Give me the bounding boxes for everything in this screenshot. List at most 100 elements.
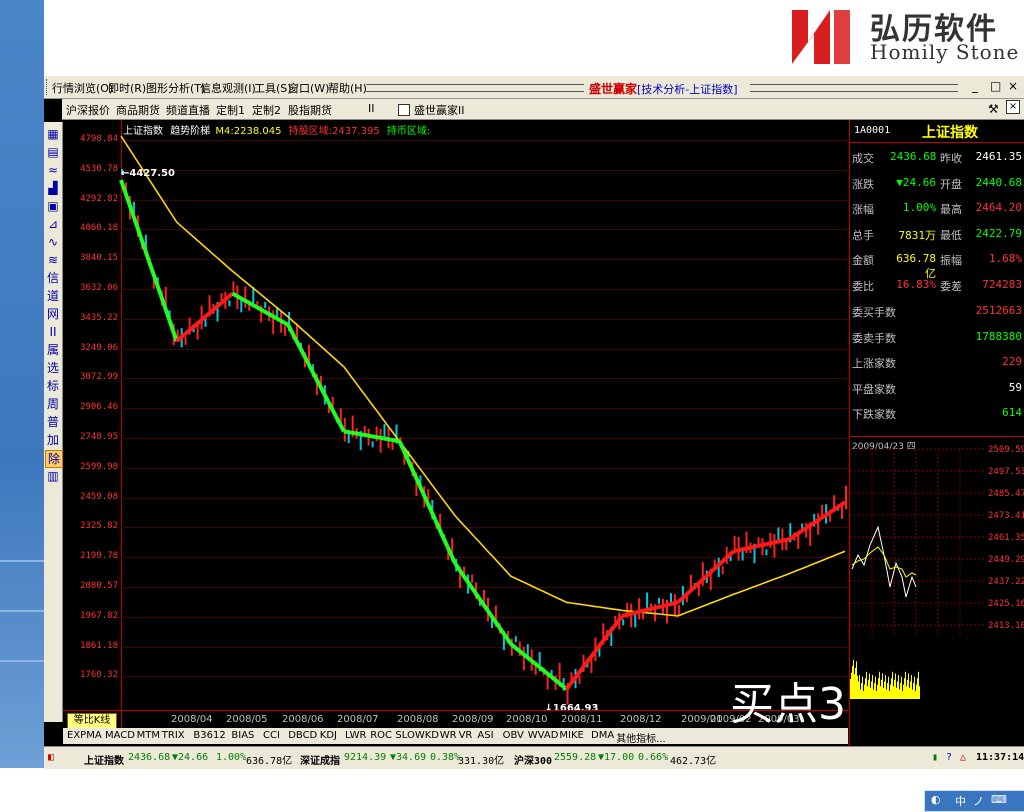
menu-window[interactable]: 窗口(W) <box>288 80 329 96</box>
indicator-tab[interactable]: TRIX <box>162 730 185 741</box>
close-button[interactable]: × <box>1008 79 1018 93</box>
indicator-tab[interactable]: MTM <box>137 730 160 741</box>
indicator-tab[interactable]: LWR <box>345 730 367 741</box>
sidebar-item-wang[interactable]: 网 <box>45 306 61 322</box>
trend-step <box>183 329 190 336</box>
sidebar-item-biao[interactable]: 标 <box>45 378 61 394</box>
trend-step <box>207 308 214 316</box>
menu-info[interactable]: 信息观测(I) <box>200 80 256 96</box>
quote-label: 平盘家数 <box>852 382 896 396</box>
ime-icon[interactable]: ◐ <box>931 793 941 806</box>
sidebar-item-pu[interactable]: 普 <box>45 414 61 430</box>
menu-help[interactable]: 帮助(H) <box>328 80 367 96</box>
tools-icon[interactable]: ⚒ <box>988 102 999 116</box>
indicator-tab[interactable]: 其他指标... <box>616 730 666 745</box>
trend-step <box>379 435 384 441</box>
indicator-tab[interactable]: WVAD <box>528 730 559 741</box>
trend-step <box>576 666 585 675</box>
toolbar-icon[interactable]: ▥ <box>45 468 61 484</box>
toolbar-icon[interactable]: ▣ <box>45 198 61 214</box>
sidebar-item-xin[interactable]: 信 <box>45 270 61 286</box>
toolbar-icon[interactable]: ≈ <box>45 162 61 178</box>
minimize-button[interactable]: _ <box>972 79 978 93</box>
trend-step <box>808 521 815 528</box>
toolbar-icon[interactable]: ▟ <box>45 180 61 196</box>
indicator-tab[interactable]: SLOWKD <box>395 730 439 741</box>
menu-tools[interactable]: 工具(S) <box>254 80 292 96</box>
menu-graph-analysis[interactable]: 图形分析(T) <box>146 80 205 96</box>
trend-step <box>199 315 206 323</box>
quote-value: 2461.35 <box>975 150 1022 163</box>
trend-step <box>517 648 525 656</box>
sidebar-item-zhou[interactable]: 周 <box>45 396 61 412</box>
toolbar-icon[interactable]: ≋ <box>45 252 61 268</box>
toolbar-icon[interactable]: ▤ <box>45 144 61 160</box>
indicator-tab[interactable]: MIKE <box>559 730 583 741</box>
sidebar-item-shu[interactable]: 属 <box>45 342 61 358</box>
tab-quotes[interactable]: 沪深报价 <box>66 102 110 118</box>
quote-label: 金额 <box>852 254 874 268</box>
restore-button[interactable]: □ <box>990 79 1001 93</box>
tab-live[interactable]: 频道直播 <box>166 102 210 118</box>
tab-futures[interactable]: 商品期货 <box>116 102 160 118</box>
trend-step <box>283 320 290 327</box>
period-button[interactable]: 等比K线 <box>67 713 117 729</box>
candle <box>721 566 724 575</box>
title-decoration <box>750 84 958 92</box>
close-tab-icon[interactable]: × <box>1006 100 1020 114</box>
trend-step <box>355 431 361 437</box>
quote-label: 最低 <box>940 228 962 242</box>
ime-keyboard-icon[interactable]: ⌨ <box>991 793 1007 806</box>
sidebar-item-jia[interactable]: 加 <box>45 432 61 448</box>
indicator-tab[interactable]: EXPMA <box>67 730 102 741</box>
trend-step <box>231 291 238 298</box>
sidebar-item-ii[interactable]: II <box>45 324 61 340</box>
indicator-tab[interactable]: B3612 <box>193 730 225 741</box>
indicator-tab[interactable]: OBV <box>503 730 524 741</box>
quote-label: 成交 <box>852 152 874 165</box>
x-tick-label: 2008/08 <box>397 714 439 725</box>
trend-step <box>812 519 819 526</box>
tab-index-futures[interactable]: 股指期货 <box>288 102 332 118</box>
trend-step <box>395 438 400 444</box>
ime-punct[interactable]: ノ <box>973 793 984 809</box>
candle <box>821 504 824 516</box>
indicator-tab[interactable]: DBCD <box>288 730 317 741</box>
indicator-tab[interactable]: WR <box>440 730 457 741</box>
x-tick-label: 2008/06 <box>282 714 324 725</box>
indicator-tab[interactable]: KDJ <box>320 730 337 741</box>
trend-step <box>247 300 254 307</box>
quote-value: 229 <box>1002 355 1022 369</box>
tab-custom1[interactable]: 定制1 <box>216 102 245 118</box>
indicator-tab[interactable]: DMA <box>591 730 614 741</box>
indicator-tab[interactable]: ASI <box>477 730 493 741</box>
main-chart[interactable]: 4798.84 4530.78 4292.82 4060.18 3840.15 3632.… <box>63 120 848 729</box>
sidebar-item-xuan[interactable]: 选 <box>45 360 61 376</box>
indicator-tab[interactable]: BIAS <box>231 730 254 741</box>
menu-browse[interactable]: 行情浏览(O) <box>52 80 113 96</box>
ime-toolbar[interactable]: ◐ 中 ノ ⌨ <box>924 790 1024 812</box>
indicator-tab[interactable]: CCI <box>263 730 280 741</box>
sidebar-item-dao[interactable]: 道 <box>45 288 61 304</box>
trend-step <box>334 415 342 425</box>
trend-step <box>529 658 536 665</box>
trend-step <box>673 600 679 606</box>
toolbar-icon[interactable]: ⊿ <box>45 216 61 232</box>
toolbar-icon[interactable]: ▦ <box>45 126 61 142</box>
indicator-tab[interactable]: MACD <box>105 730 135 741</box>
price-plot: ←4427.50 ↓1664.93 <box>119 135 847 710</box>
ime-chinese[interactable]: 中 <box>955 793 966 809</box>
help-icon[interactable]: ? <box>946 752 952 763</box>
mini-volume-bar <box>858 681 859 699</box>
toolbar-icon[interactable]: ∿ <box>45 234 61 250</box>
indicator-tab[interactable]: ROC <box>370 730 392 741</box>
sh-index-change: ▼24.66 <box>172 752 209 763</box>
trend-step <box>629 611 635 616</box>
indicator-tab[interactable]: VR <box>459 730 473 741</box>
tab-custom2[interactable]: 定制2 <box>252 102 281 118</box>
menu-realtime[interactable]: 即时(R) <box>108 80 146 96</box>
trend-step <box>251 302 258 309</box>
sidebar-item-chu[interactable]: 除 <box>45 450 63 468</box>
trend-step <box>712 564 720 571</box>
alert-icon[interactable]: △ <box>960 752 966 763</box>
